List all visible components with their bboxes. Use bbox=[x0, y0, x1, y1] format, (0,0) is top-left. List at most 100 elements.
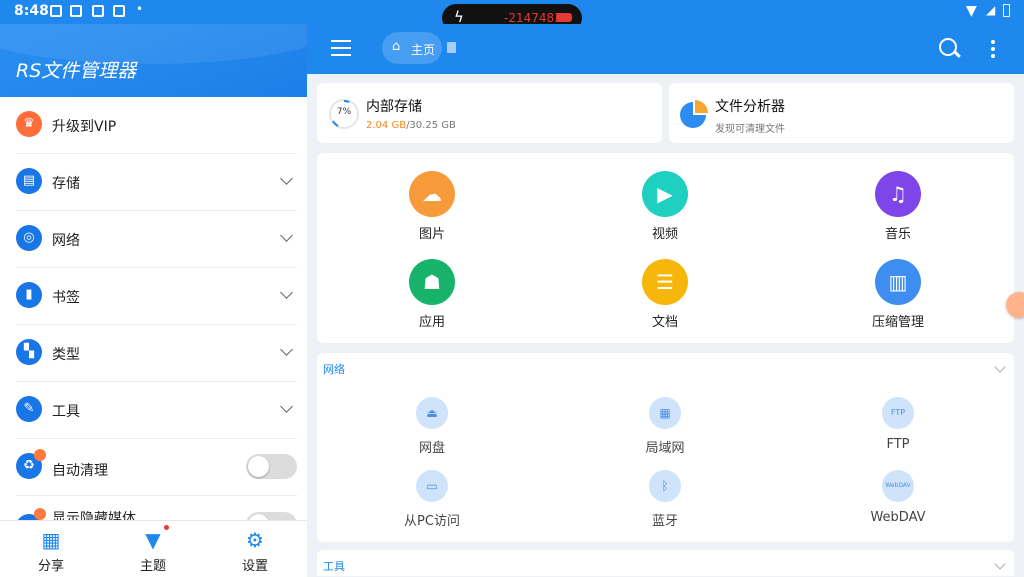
chevron-down-icon[interactable] bbox=[994, 558, 1006, 570]
category-icon: ▚ bbox=[16, 339, 42, 365]
chevron-down-icon bbox=[280, 229, 293, 242]
webdav-icon: WebDAV bbox=[882, 470, 914, 502]
storage-usage: 2.04 GB/30.25 GB bbox=[366, 120, 456, 131]
network-lan[interactable]: ▦ 局域网 bbox=[605, 397, 725, 456]
network-pc-access[interactable]: ▭ 从PC访问 bbox=[372, 470, 492, 529]
category-apps[interactable]: ☗ 应用 bbox=[372, 259, 492, 330]
network-cloud-drive[interactable]: ⏏ 网盘 bbox=[372, 397, 492, 456]
navigation-drawer: RS文件管理器 ♛ 升级到VIP ▤ 存储 ◎ 网络 ▮ 书签 ▚ 类型 ✎ 工… bbox=[0, 24, 307, 577]
network-bluetooth[interactable]: ᛒ 蓝牙 bbox=[605, 470, 725, 529]
category-archives[interactable]: ▥ 压缩管理 bbox=[838, 259, 958, 330]
network-item-label: WebDAV bbox=[870, 510, 926, 525]
chevron-down-icon bbox=[280, 286, 293, 299]
category-label: 视频 bbox=[651, 227, 678, 242]
analyzer-title: 文件分析器 bbox=[715, 99, 785, 115]
wifi-icon: ▼ bbox=[966, 3, 977, 19]
network-section-title: 网络 bbox=[323, 363, 345, 376]
search-icon[interactable] bbox=[939, 38, 957, 56]
tools-section: 工具 bbox=[317, 550, 1014, 576]
category-label: 文档 bbox=[651, 315, 678, 330]
pill-counter: -2147483 bbox=[504, 11, 562, 25]
drawer-item-label: 网络 bbox=[52, 233, 80, 249]
category-label: 音乐 bbox=[884, 227, 911, 242]
chevron-down-icon bbox=[280, 172, 293, 185]
drawer-item-storage[interactable]: ▤ 存储 bbox=[16, 154, 297, 211]
analyzer-subtitle: 发现可清理文件 bbox=[715, 124, 785, 135]
video-icon: ▶ bbox=[642, 171, 688, 217]
breadcrumb-home[interactable]: ⌂ 主页 bbox=[382, 32, 442, 64]
battery-icon bbox=[556, 13, 572, 22]
breadcrumb-home-label: 主页 bbox=[411, 43, 436, 57]
network-webdav[interactable]: WebDAV WebDAV bbox=[838, 470, 958, 525]
storage-percent: 7% bbox=[336, 107, 352, 117]
category-documents[interactable]: ☰ 文档 bbox=[605, 259, 725, 330]
network-item-label: 蓝牙 bbox=[651, 514, 678, 529]
notification-icon bbox=[92, 5, 104, 17]
network-item-label: 网盘 bbox=[418, 441, 445, 456]
chevron-down-icon[interactable] bbox=[994, 361, 1006, 373]
categories-card: ☁ 图片 ▶ 视频 ♫ 音乐 ☗ 应用 ☰ 文档 ▥ 压缩管理 bbox=[317, 153, 1014, 343]
menu-icon[interactable] bbox=[331, 40, 351, 56]
image-icon: ☁ bbox=[409, 171, 455, 217]
auto-clean-toggle[interactable] bbox=[246, 454, 297, 479]
storage-usage-ring: 7% bbox=[329, 99, 359, 129]
pc-access-icon: ▭ bbox=[416, 470, 448, 502]
settings-label: 设置 bbox=[241, 559, 268, 574]
signal-icon: ◢ bbox=[986, 3, 996, 17]
network-item-label: FTP bbox=[886, 437, 910, 452]
video-call-icon bbox=[70, 5, 82, 17]
status-time: 8:48 bbox=[14, 3, 49, 19]
lan-icon: ▦ bbox=[649, 397, 681, 429]
drawer-item-bookmarks[interactable]: ▮ 书签 bbox=[16, 268, 297, 325]
bluetooth-icon: ᛒ bbox=[649, 470, 681, 502]
music-icon: ♫ bbox=[875, 171, 921, 217]
share-button[interactable]: ▦ 分享 bbox=[0, 521, 102, 577]
drawer-item-show-hidden-media[interactable]: ▶ 显示隐藏媒体 bbox=[16, 496, 297, 520]
category-images[interactable]: ☁ 图片 bbox=[372, 171, 492, 242]
drawer-item-tools[interactable]: ✎ 工具 bbox=[16, 382, 297, 439]
archive-icon: ▥ bbox=[875, 259, 921, 305]
vip-badge-icon bbox=[34, 508, 46, 520]
network-item-label: 局域网 bbox=[645, 441, 685, 456]
tools-section-title: 工具 bbox=[323, 560, 345, 573]
battery-status-icon bbox=[1003, 4, 1010, 17]
drawer-item-label: 升级到VIP bbox=[52, 119, 117, 135]
drawer-item-upgrade-vip[interactable]: ♛ 升级到VIP bbox=[16, 97, 297, 154]
sd-card-icon: ▤ bbox=[16, 168, 42, 194]
document-icon: ☰ bbox=[642, 259, 688, 305]
new-badge bbox=[164, 525, 169, 530]
category-label: 压缩管理 bbox=[871, 315, 924, 330]
drawer-item-types[interactable]: ▚ 类型 bbox=[16, 325, 297, 382]
internal-storage-card[interactable]: 7% 内部存储 2.04 GB/30.25 GB bbox=[317, 83, 662, 143]
app-notification-icon bbox=[113, 5, 125, 17]
drawer-bottom-nav: ▦ 分享 ▼ 主题 ⚙ 设置 bbox=[0, 520, 307, 577]
pie-chart-icon bbox=[680, 100, 708, 128]
show-hidden-media-toggle[interactable] bbox=[246, 512, 297, 520]
folder-icon[interactable] bbox=[447, 42, 456, 53]
network-ftp[interactable]: FTP FTP bbox=[838, 397, 958, 452]
drawer-item-label: 书签 bbox=[52, 290, 80, 306]
gift-icon: ▦ bbox=[41, 528, 61, 552]
more-vert-icon[interactable] bbox=[991, 40, 995, 61]
tshirt-icon: ▼ bbox=[145, 528, 161, 552]
category-label: 图片 bbox=[418, 227, 445, 242]
drawer-item-auto-clean[interactable]: ♻ 自动清理 bbox=[16, 439, 297, 496]
crown-icon: ♛ bbox=[16, 111, 42, 137]
drawer-item-label: 自动清理 bbox=[52, 463, 108, 479]
file-analyzer-card[interactable]: 文件分析器 发现可清理文件 bbox=[669, 83, 1014, 143]
chevron-down-icon bbox=[280, 400, 293, 413]
category-label: 应用 bbox=[418, 315, 445, 330]
settings-button[interactable]: ⚙ 设置 bbox=[204, 521, 306, 577]
category-videos[interactable]: ▶ 视频 bbox=[605, 171, 725, 242]
category-music[interactable]: ♫ 音乐 bbox=[838, 171, 958, 242]
drawer-item-network[interactable]: ◎ 网络 bbox=[16, 211, 297, 268]
drawer-header: RS文件管理器 bbox=[0, 24, 307, 97]
chevron-down-icon bbox=[280, 343, 293, 356]
theme-button[interactable]: ▼ 主题 bbox=[102, 521, 204, 577]
notification-icon bbox=[50, 5, 62, 17]
status-bar: 8:48 • ϟ -2147483 ▼ ◢ bbox=[0, 0, 1024, 32]
theme-label: 主题 bbox=[139, 559, 166, 574]
app-bar: ⌂ 主页 bbox=[307, 24, 1024, 74]
share-label: 分享 bbox=[37, 559, 64, 574]
storage-title: 内部存储 bbox=[366, 99, 422, 115]
